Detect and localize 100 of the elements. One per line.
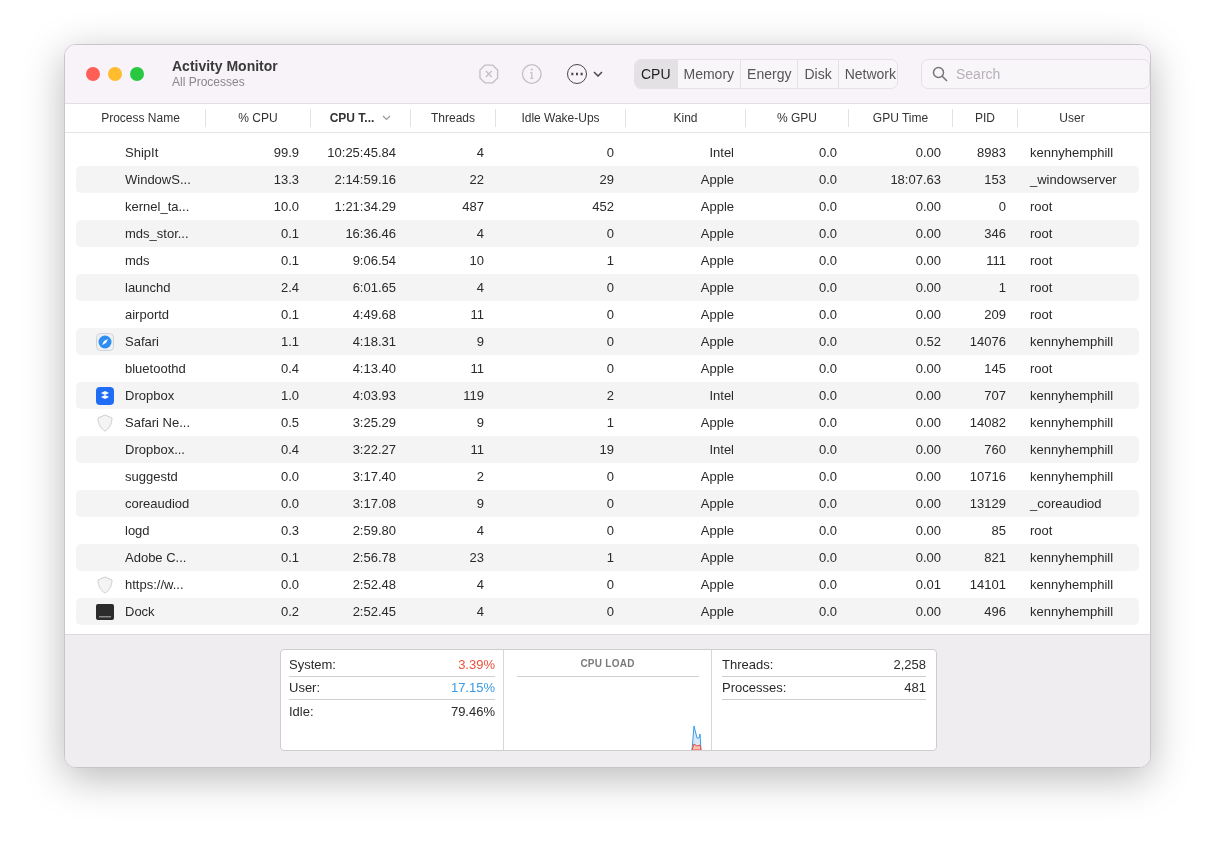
table-cell-text: 9 <box>476 332 484 351</box>
process-row[interactable]: Dropbox... 0.4 3:22.27 11 19 Intel 0.0 0.00 760 kennyhemphill <box>76 436 1139 463</box>
column-header[interactable]: Threads <box>431 109 475 127</box>
table-cell-text: 0.01 <box>915 575 941 594</box>
table-cell-text: 9 <box>476 413 484 432</box>
table-cell-text: 0.00 <box>915 305 941 324</box>
process-row[interactable]: suggestd 0.0 3:17.40 2 0 Apple 0.0 0.00 10716 kennyhemphill <box>76 463 1139 490</box>
table-cell-text: 11 <box>470 305 484 324</box>
table-cell-text: Apple <box>700 467 734 486</box>
table-cell-text: kennyhemphill <box>1030 602 1114 621</box>
view-tab[interactable]: Disk <box>797 60 838 88</box>
table-cell-text: 4:03.93 <box>352 386 396 405</box>
process-row[interactable]: WindowS... 13.3 2:14:59.16 22 29 Apple 0.0 18:07.63 153 _windowserver <box>76 166 1139 193</box>
process-row[interactable]: logd 0.3 2:59.80 4 0 Apple 0.0 0.00 85 root <box>76 517 1139 544</box>
table-cell-text: 6:01.65 <box>352 278 396 297</box>
process-row[interactable]: coreaudiod 0.0 3:17.08 9 0 Apple 0.0 0.00 13129 _coreaudiod <box>76 490 1139 517</box>
stat-label: Threads: <box>722 656 774 675</box>
process-name: Dropbox <box>125 386 175 405</box>
table-cell-text: 0.00 <box>915 602 941 621</box>
process-row[interactable]: kernel_ta... 10.0 1:21:34.29 487 452 Apple 0.0 0.00 0 root <box>76 193 1139 220</box>
table-cell-text: 0 <box>606 278 614 297</box>
process-row[interactable]: Safari 1.1 4:18.31 9 0 Apple 0.0 0.52 14076 kennyhemphill <box>76 328 1139 355</box>
table-cell-text: kennyhemphill <box>1030 440 1114 459</box>
column-header[interactable]: PID <box>975 109 995 127</box>
minimize-button[interactable] <box>108 67 122 81</box>
close-button[interactable] <box>86 67 100 81</box>
table-cell-text: 10 <box>469 251 484 270</box>
table-cell-text: Apple <box>700 521 734 540</box>
column-header[interactable]: Kind <box>673 109 698 127</box>
table-cell-text: 29 <box>599 170 614 189</box>
table-cell-text: 14082 <box>969 413 1006 432</box>
table-cell-text: Apple <box>700 251 734 270</box>
stat-label: User: <box>289 679 321 698</box>
table-cell-text: 0.4 <box>280 359 299 378</box>
table-cell-text: 0.0 <box>818 170 837 189</box>
stat-label: System: <box>289 656 336 675</box>
table-cell-text: 0.00 <box>915 251 941 270</box>
view-tab[interactable]: Memory <box>676 60 741 88</box>
column-header[interactable]: Process Name <box>101 109 180 127</box>
process-row[interactable]: Dropbox 1.0 4:03.93 119 2 Intel 0.0 0.00 707 kennyhemphill <box>76 382 1139 409</box>
view-tab[interactable]: CPU <box>634 60 677 88</box>
process-row[interactable]: Safari Ne... 0.5 3:25.29 9 1 Apple 0.0 0.00 14082 kennyhemphill <box>76 409 1139 436</box>
process-row[interactable]: ShipIt 99.9 10:25:45.84 4 0 Intel 0.0 0.00 8983 kennyhemphill <box>76 139 1139 166</box>
process-row[interactable]: Dock 0.2 2:52.45 4 0 Apple 0.0 0.00 496 kennyhemphill <box>76 598 1139 625</box>
table-cell-text: 2:52.48 <box>352 575 396 594</box>
table-cell-text: kennyhemphill <box>1030 575 1114 594</box>
column-header[interactable]: Idle Wake-Ups <box>521 109 600 127</box>
table-cell-text: 0.0 <box>818 359 837 378</box>
view-tab[interactable]: Network <box>837 60 897 88</box>
column-header[interactable]: CPU T... <box>329 109 375 127</box>
table-cell-text: 1 <box>998 278 1006 297</box>
table-cell-text: 0 <box>606 359 614 378</box>
table-cell-text: 0.00 <box>915 386 941 405</box>
search-field[interactable]: Search <box>921 59 1150 89</box>
column-header[interactable]: % CPU <box>238 109 278 127</box>
process-row[interactable]: mds_stor... 0.1 16:36.46 4 0 Apple 0.0 0.00 346 root <box>76 220 1139 247</box>
table-cell-text: 0.1 <box>280 251 299 270</box>
process-name: kernel_ta... <box>125 197 190 216</box>
table-cell-text: Apple <box>700 494 734 513</box>
info-icon[interactable] <box>521 63 543 85</box>
process-row[interactable]: Adobe C... 0.1 2:56.78 23 1 Apple 0.0 0.00 821 kennyhemphill <box>76 544 1139 571</box>
table-cell-text: 23 <box>469 548 484 567</box>
process-row[interactable]: mds 0.1 9:06.54 10 1 Apple 0.0 0.00 111 root <box>76 247 1139 274</box>
table-cell-text: 0.00 <box>915 467 941 486</box>
stop-icon[interactable] <box>477 63 500 85</box>
process-row[interactable]: airportd 0.1 4:49.68 11 0 Apple 0.0 0.00 209 root <box>76 301 1139 328</box>
table-cell-text: 0.0 <box>818 548 837 567</box>
view-tab[interactable]: Energy <box>740 60 798 88</box>
stat-value: 481 <box>904 679 926 698</box>
table-cell-text: 153 <box>984 170 1006 189</box>
table-cell-text: Apple <box>700 170 734 189</box>
table-cell-text: _windowserver <box>1030 170 1117 189</box>
table-cell-text: kennyhemphill <box>1030 467 1114 486</box>
table-cell-text: Intel <box>709 440 734 459</box>
process-name: mds <box>125 251 150 270</box>
column-header[interactable]: % GPU <box>777 109 817 127</box>
table-cell-text: 145 <box>984 359 1006 378</box>
table-cell-text: 0 <box>606 467 614 486</box>
column-header[interactable]: GPU Time <box>872 109 929 127</box>
table-cell-text: root <box>1030 278 1053 297</box>
table-cell-text: 0.00 <box>915 440 941 459</box>
table-cell-text: 2:52.45 <box>352 602 396 621</box>
table-cell-text: 0.1 <box>280 305 299 324</box>
table-cell-text: 0 <box>606 602 614 621</box>
table-cell-text: 0.0 <box>818 440 837 459</box>
table-cell-text: Apple <box>700 548 734 567</box>
table-cell-text: 0.0 <box>818 305 837 324</box>
table-cell-text: 0.2 <box>280 602 299 621</box>
process-row[interactable]: launchd 2.4 6:01.65 4 0 Apple 0.0 0.00 1 root <box>76 274 1139 301</box>
table-cell-text: 0.00 <box>915 413 941 432</box>
stat-value: 79.46% <box>450 702 495 721</box>
table-cell-text: 11 <box>470 440 484 459</box>
window-subtitle: All Processes <box>172 75 246 91</box>
table-cell-text: 3:22.27 <box>352 440 396 459</box>
table-cell-text: 4:13.40 <box>352 359 396 378</box>
process-row[interactable]: https://w... 0.0 2:52.48 4 0 Apple 0.0 0.01 14101 kennyhemphill <box>76 571 1139 598</box>
table-cell-text: 0.00 <box>915 143 941 162</box>
column-header[interactable]: User <box>1059 109 1085 127</box>
zoom-button[interactable] <box>130 67 144 81</box>
process-row[interactable]: bluetoothd 0.4 4:13.40 11 0 Apple 0.0 0.00 145 root <box>76 355 1139 382</box>
